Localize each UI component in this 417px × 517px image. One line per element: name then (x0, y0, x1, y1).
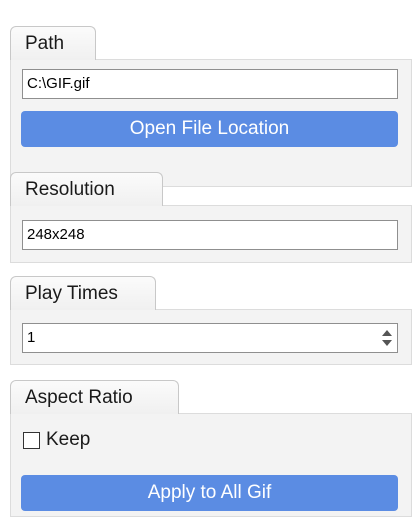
decrement-arrow-icon[interactable] (382, 340, 392, 346)
increment-arrow-icon[interactable] (382, 330, 392, 336)
tab-path[interactable]: Path (10, 26, 96, 60)
apply-to-all-gif-button[interactable]: Apply to All Gif (21, 475, 398, 511)
tab-play-times[interactable]: Play Times (10, 276, 156, 310)
aspect-ratio-panel: Keep Apply to All Gif (10, 413, 412, 517)
keep-checkbox[interactable] (23, 431, 40, 449)
tab-aspect-ratio[interactable]: Aspect Ratio (10, 380, 179, 414)
tab-resolution[interactable]: Resolution (10, 172, 163, 206)
path-input[interactable]: C:\GIF.gif (22, 69, 398, 99)
resolution-input[interactable]: 248x248 (22, 220, 398, 250)
keep-checkbox-row[interactable]: Keep (23, 429, 90, 451)
resolution-panel: 248x248 (10, 205, 412, 263)
keep-label: Keep (46, 429, 91, 450)
play-times-value: 1 (27, 329, 36, 346)
play-times-stepper[interactable]: 1 (22, 323, 398, 353)
path-panel: C:\GIF.gif Open File Location (10, 59, 412, 187)
spin-arrows[interactable] (381, 329, 393, 347)
play-times-panel: 1 (10, 309, 412, 365)
open-file-location-button[interactable]: Open File Location (21, 111, 398, 147)
